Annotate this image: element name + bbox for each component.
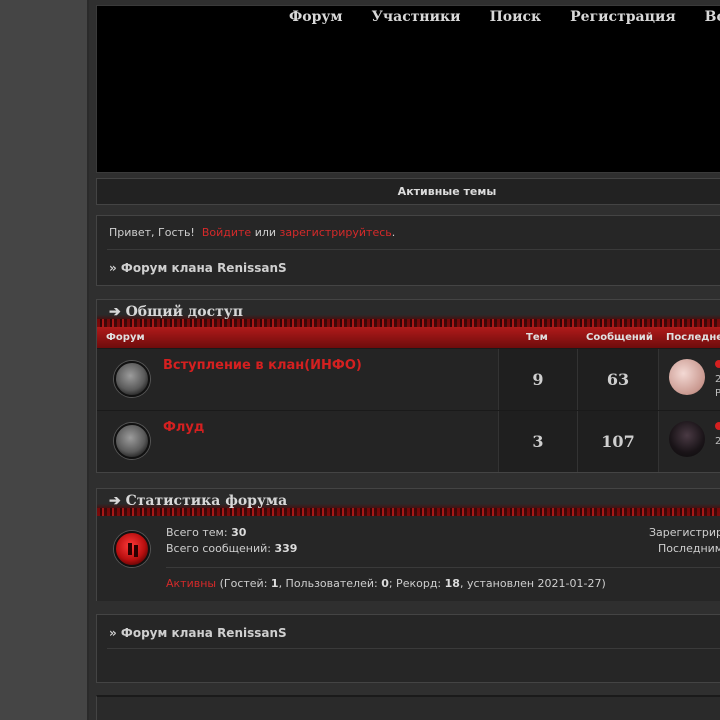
record-date: , установлен 2021-01-27): [459, 577, 606, 590]
stats-title-text: Статистика форума: [125, 493, 288, 509]
forum-link[interactable]: Вступление в клан(ИНФО): [163, 358, 362, 373]
total-posts: Всего сообщений: 339: [166, 542, 297, 555]
divider: [107, 249, 720, 250]
top-nav: Форум Участники Поиск Регистрация Войти: [289, 9, 720, 25]
welcome-text: Привет, Гость! Войдите или зарегистрируй…: [109, 226, 395, 239]
stats-title: ➔ Статистика форума: [97, 489, 720, 516]
arrow-right-icon: ➔: [109, 493, 121, 509]
last-post-icon[interactable]: [715, 360, 720, 368]
nav-members[interactable]: Участники: [372, 9, 461, 25]
forum-row: Флуд 3 107 2: [97, 410, 720, 472]
stats-icon: [114, 531, 150, 567]
register-link[interactable]: зарегистрируйтесь: [280, 226, 392, 239]
category-general: ➔ Общий доступ Форум Тем Сообщений После…: [96, 299, 720, 473]
period-text: .: [391, 226, 396, 239]
avatar[interactable]: [669, 421, 705, 457]
col-last: Последнее: [666, 332, 720, 343]
online-line: Активны (Гостей: 1, Пользователей: 0; Ре…: [166, 577, 606, 590]
col-posts: Сообщений: [586, 332, 653, 343]
forum-link[interactable]: Флуд: [163, 420, 204, 435]
total-topics-value: 30: [231, 526, 247, 539]
last-post-author[interactable]: P: [715, 388, 720, 399]
record-value: 18: [444, 577, 460, 590]
arrow-right-icon: ➔: [109, 304, 121, 320]
site-header: Форум Участники Поиск Регистрация Войти: [96, 5, 720, 173]
breadcrumb[interactable]: » Форум клана RenissanS: [109, 261, 287, 275]
guests-value: 1: [270, 577, 279, 590]
col-topics: Тем: [526, 332, 548, 343]
stats-section: ➔ Статистика форума Всего тем: 30 Всего …: [96, 488, 720, 601]
total-posts-label: Всего сообщений:: [166, 542, 271, 555]
footer-panel: » Форум клана RenissanS: [96, 614, 720, 683]
nav-register[interactable]: Регистрация: [570, 9, 676, 25]
online-link[interactable]: Активны: [166, 577, 216, 590]
last-post-cell: 2 P: [658, 349, 720, 410]
forum-read-icon: [114, 361, 150, 397]
or-text: или: [254, 226, 277, 239]
page: Форум Участники Поиск Регистрация Войти …: [89, 0, 720, 720]
total-topics-label: Всего тем:: [166, 526, 228, 539]
welcome-panel: Привет, Гость! Войдите или зарегистрируй…: [96, 215, 720, 286]
active-topics-bar[interactable]: Активные темы: [96, 178, 720, 205]
registered-label: Зарегистрир: [649, 526, 720, 539]
forum-row: Вступление в клан(ИНФО) 9 63 2 P: [97, 348, 720, 410]
last-post-date: 2: [715, 436, 720, 447]
posts-count: 63: [577, 349, 658, 410]
record-label: ; Рекорд:: [388, 577, 442, 590]
posts-count: 107: [577, 411, 658, 472]
column-headers: Форум Тем Сообщений Последнее: [97, 327, 720, 348]
category-title[interactable]: ➔ Общий доступ: [97, 300, 720, 327]
stats-body: Всего тем: 30 Всего сообщений: 339 Зарег…: [97, 516, 720, 601]
active-topics-link[interactable]: Активные темы: [398, 179, 497, 205]
topics-count: 3: [498, 411, 577, 472]
guests-label: (Гостей:: [219, 577, 268, 590]
footer-breadcrumb[interactable]: » Форум клана RenissanS: [109, 626, 287, 640]
topics-count: 9: [498, 349, 577, 410]
col-forum: Форум: [106, 332, 145, 343]
total-topics: Всего тем: 30: [166, 526, 246, 539]
nav-search[interactable]: Поиск: [490, 9, 542, 25]
login-link[interactable]: Войдите: [202, 226, 251, 239]
greeting: Привет, Гость!: [109, 226, 195, 239]
users-label: , Пользователей:: [278, 577, 378, 590]
users-value: 0: [381, 577, 389, 590]
divider: [107, 648, 720, 649]
last-post-icon[interactable]: [715, 422, 720, 430]
avatar[interactable]: [669, 359, 705, 395]
total-posts-value: 339: [274, 542, 298, 555]
last-user-label: Последним: [658, 542, 720, 555]
forum-read-icon: [114, 423, 150, 459]
nav-forum[interactable]: Форум: [289, 9, 343, 25]
last-post-date: 2: [715, 374, 720, 385]
nav-login[interactable]: Войти: [705, 9, 720, 25]
bottom-bar: [96, 695, 720, 720]
divider: [166, 567, 720, 568]
last-post-cell: 2: [658, 411, 720, 472]
category-title-text: Общий доступ: [125, 304, 244, 320]
left-background: [0, 0, 89, 720]
